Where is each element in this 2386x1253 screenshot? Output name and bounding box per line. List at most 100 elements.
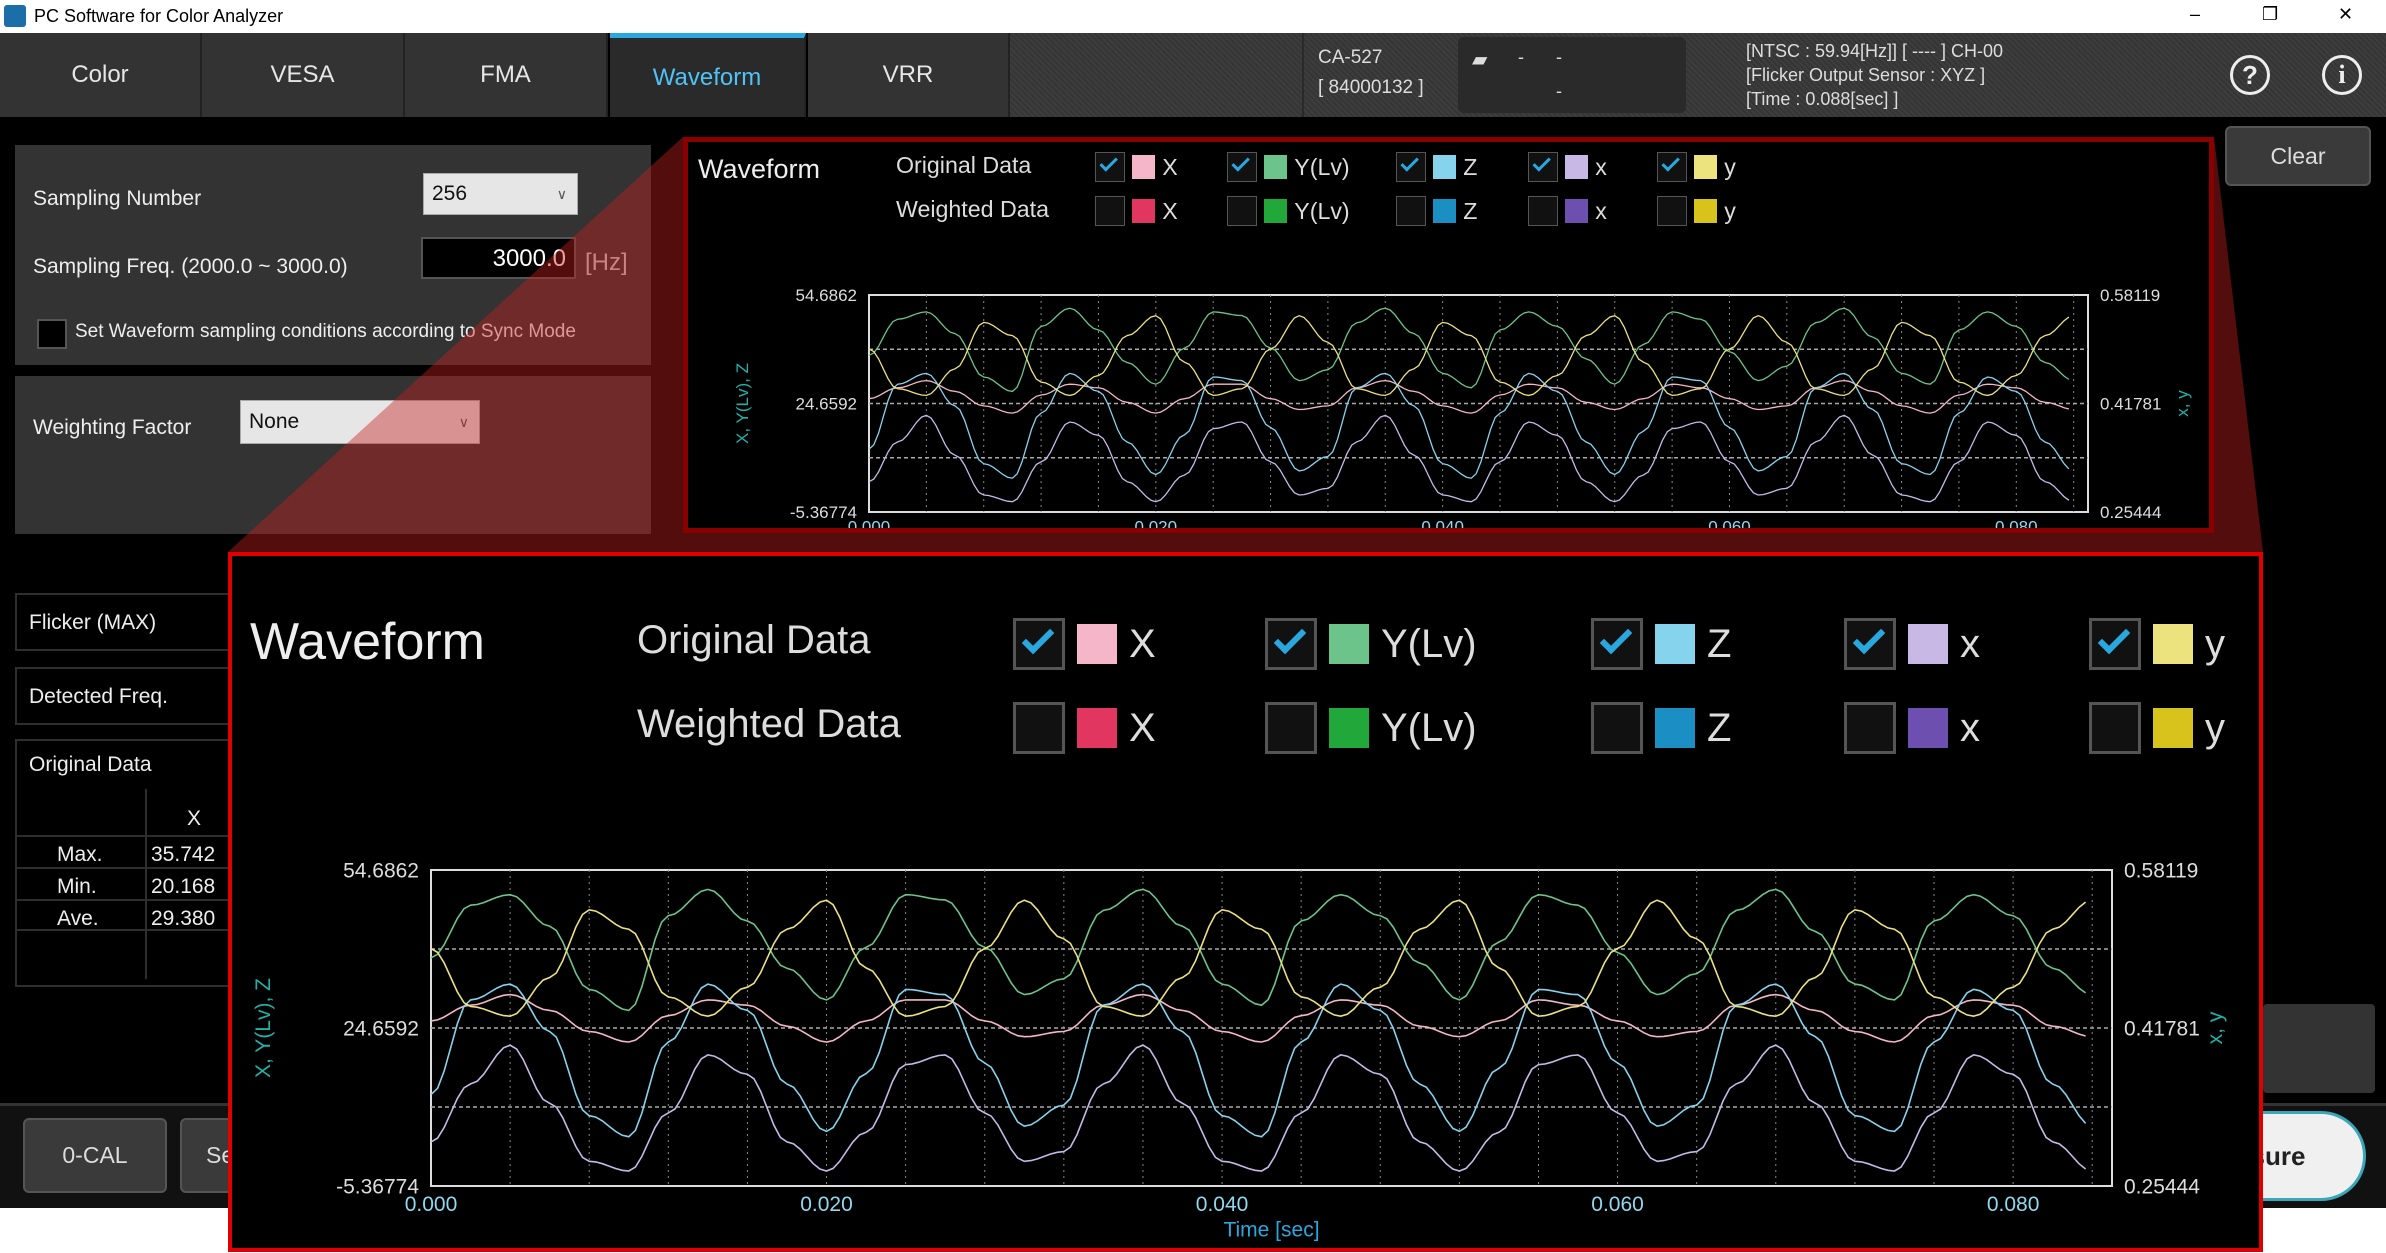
legend-item-weighted-z[interactable]: Z	[1396, 196, 1478, 227]
legend-item-original-z[interactable]: Z	[1591, 618, 1731, 670]
legend-item-original-x[interactable]: x	[1528, 152, 1607, 183]
check-icon	[1021, 621, 1055, 655]
sampling-freq-input[interactable]: 3000.0	[421, 237, 576, 279]
series-line-z	[430, 983, 2087, 1138]
connection-status-b: -	[1556, 47, 1562, 67]
legend-item-weighted-x[interactable]: X	[1095, 196, 1178, 227]
zero-cal-button[interactable]: 0-CAL	[23, 1118, 167, 1193]
tab-vesa[interactable]: VESA	[202, 33, 405, 117]
plot-area	[868, 294, 2089, 513]
legend-item-weighted-y[interactable]: y	[2089, 702, 2225, 754]
legend-checkbox[interactable]	[1013, 702, 1065, 754]
y-tick-label: -5.36774	[790, 503, 857, 522]
y2-tick-label: 0.25444	[2124, 1175, 2200, 1198]
chart-title: Waveform	[698, 154, 821, 184]
tab-vrr[interactable]: VRR	[808, 33, 1010, 117]
plot-area	[430, 869, 2113, 1187]
legend-checkbox[interactable]	[1095, 196, 1126, 227]
sampling-number-select[interactable]: 256 ∨	[423, 173, 578, 215]
legend-checkbox[interactable]	[1227, 152, 1258, 183]
original-data-label: Original Data	[29, 753, 152, 776]
tab-color[interactable]: Color	[0, 33, 202, 117]
legend-checkbox[interactable]	[1591, 618, 1643, 670]
legend-label: Z	[1707, 705, 1732, 750]
legend-item-original-y[interactable]: y	[1657, 152, 1736, 183]
y2-tick-label: 0.41781	[2100, 394, 2161, 413]
sampling-freq-unit: [Hz]	[585, 249, 628, 276]
legend-item-weighted-y[interactable]: y	[1657, 196, 1736, 227]
row-label: Max.	[57, 843, 103, 866]
tab-waveform[interactable]: Waveform	[610, 33, 806, 117]
y2-tick-label: 0.25444	[2100, 503, 2161, 522]
legend-checkbox[interactable]	[1396, 196, 1427, 227]
legend-checkbox[interactable]	[1657, 152, 1688, 183]
x-tick-label: 0.080	[1995, 517, 2038, 528]
legend-checkbox[interactable]	[1265, 618, 1317, 670]
legend-item-weighted-ylv[interactable]: Y(Lv)	[1265, 702, 1477, 754]
y-tick-label: 54.6862	[796, 286, 857, 305]
legend-item-original-z[interactable]: Z	[1396, 152, 1477, 183]
legend-item-original-ylv[interactable]: Y(Lv)	[1227, 152, 1350, 183]
connection-status-c: -	[1556, 81, 1562, 101]
waveform-zoom-view: Waveform Original Data X Y(Lv) Zx y Weighted …	[228, 552, 2263, 1252]
clear-button[interactable]: Clear	[2225, 126, 2371, 186]
legend-checkbox[interactable]	[1396, 152, 1427, 183]
legend-item-weighted-x[interactable]: x	[1844, 702, 1980, 754]
legend-item-original-x[interactable]: X	[1013, 618, 1156, 670]
sampling-freq-label: Sampling Freq. (2000.0 ~ 3000.0)	[33, 255, 348, 278]
sync-mode-checkbox[interactable]	[37, 319, 67, 349]
legend-checkbox[interactable]	[1227, 196, 1258, 227]
legend-item-original-x[interactable]: X	[1095, 152, 1178, 183]
chart-title-zoom: Waveform	[250, 613, 485, 671]
y-tick-label: 24.6592	[343, 1017, 419, 1040]
legend-checkbox[interactable]	[2089, 702, 2141, 754]
legend-swatch	[1694, 155, 1718, 179]
window-title: PC Software for Color Analyzer	[34, 6, 284, 26]
legend-checkbox[interactable]	[1844, 618, 1896, 670]
y2-tick-label: 0.41781	[2124, 1017, 2200, 1040]
row-value: 35.742	[151, 843, 216, 866]
flicker-max-label: Flicker (MAX)	[29, 611, 157, 634]
legend-swatch	[1433, 199, 1457, 223]
legend-checkbox[interactable]	[1528, 152, 1559, 183]
legend-item-weighted-x[interactable]: x	[1528, 196, 1607, 227]
connection-status-a: -	[1518, 47, 1524, 67]
legend-swatch	[1077, 624, 1117, 664]
legend-checkbox[interactable]	[1013, 618, 1065, 670]
legend-checkbox[interactable]	[1844, 702, 1896, 754]
legend-item-original-y[interactable]: y	[2089, 618, 2225, 670]
legend-checkbox[interactable]	[1265, 702, 1317, 754]
legend-checkbox[interactable]	[1528, 196, 1559, 227]
series-line-z	[868, 372, 2070, 479]
legend-swatch	[1908, 708, 1948, 748]
legend-checkbox[interactable]	[2089, 618, 2141, 670]
help-icon[interactable]: ?	[2230, 55, 2270, 95]
legend-checkbox[interactable]	[1657, 196, 1688, 227]
legend-swatch	[1329, 708, 1369, 748]
legend-swatch	[1655, 708, 1695, 748]
weighting-value: None	[249, 410, 300, 433]
legend-checkbox[interactable]	[1591, 702, 1643, 754]
title-bar: PC Software for Color Analyzer – ❐ ✕	[0, 0, 2386, 33]
check-icon	[1273, 621, 1307, 655]
series-line-x	[430, 993, 2086, 1043]
legend-swatch	[1565, 155, 1589, 179]
info-icon[interactable]: i	[2322, 55, 2362, 95]
legend-item-original-x[interactable]: x	[1844, 618, 1980, 670]
legend-item-weighted-ylv[interactable]: Y(Lv)	[1227, 196, 1350, 227]
legend-checkbox[interactable]	[1095, 152, 1126, 183]
y-tick-label: 24.6592	[796, 394, 857, 413]
status-line-mode: [NTSC : 59.94[Hz]] [ ---- ] CH-00	[1746, 41, 2004, 61]
legend-item-original-ylv[interactable]: Y(Lv)	[1265, 618, 1477, 670]
weighting-select[interactable]: None ∨	[240, 400, 480, 444]
legend-item-weighted-x[interactable]: X	[1013, 702, 1156, 754]
tab-fma[interactable]: FMA	[405, 33, 608, 117]
minimize-button[interactable]: –	[2190, 4, 2200, 25]
x-tick-label: 0.000	[405, 1193, 458, 1216]
legend-item-weighted-z[interactable]: Z	[1591, 702, 1731, 754]
legend-label: Z	[1463, 197, 1478, 224]
restore-button[interactable]: ❐	[2262, 4, 2278, 25]
close-button[interactable]: ✕	[2338, 4, 2353, 25]
legend-swatch	[1565, 199, 1589, 223]
y-tick-label: 54.6862	[343, 859, 419, 882]
